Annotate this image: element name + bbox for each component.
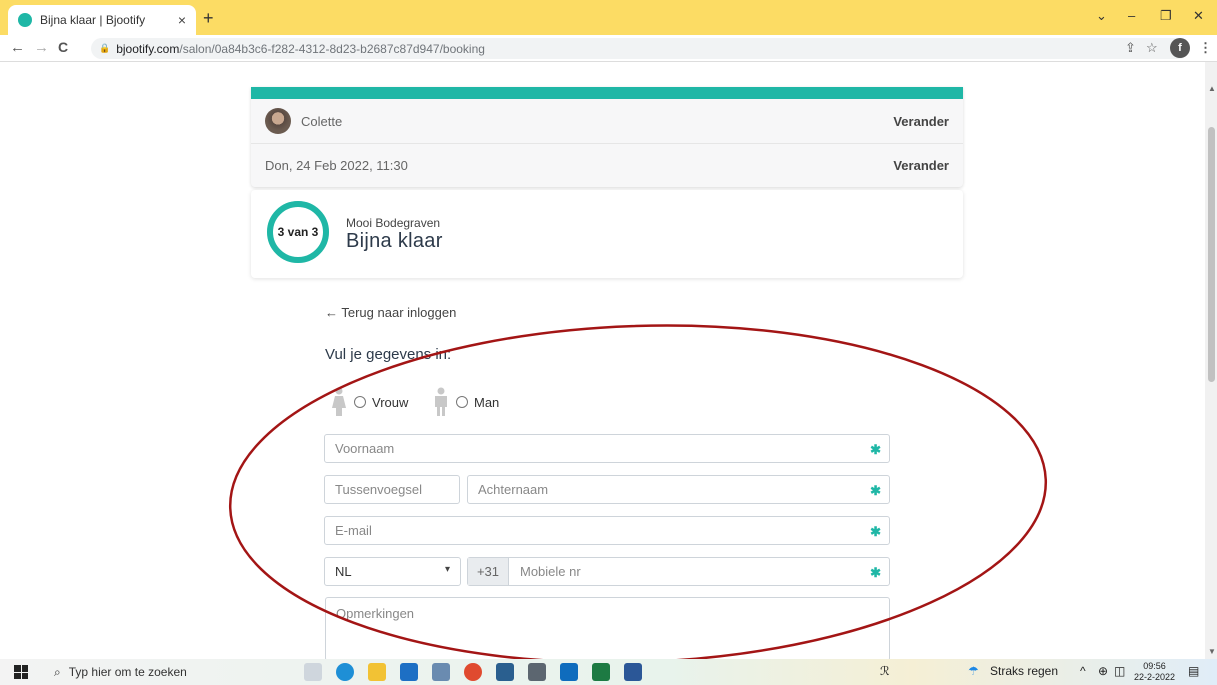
- infix-field[interactable]: Tussenvoegsel: [324, 475, 460, 504]
- notification-icon[interactable]: ▤: [1188, 664, 1199, 678]
- required-icon: ✱: [870, 442, 881, 457]
- task-view-icon[interactable]: [304, 663, 322, 681]
- word-icon[interactable]: [624, 663, 642, 681]
- female-label: Vrouw: [372, 394, 409, 410]
- tab-close-icon[interactable]: ×: [178, 12, 186, 28]
- required-icon: ✱: [870, 565, 881, 580]
- stylist-row: Colette Verander: [251, 99, 963, 143]
- taskbar-search-placeholder: Typ hier om te zoeken: [68, 665, 187, 679]
- new-tab-button[interactable]: +: [203, 8, 214, 29]
- back-arrow-icon[interactable]: ←: [10, 39, 25, 56]
- female-person-icon: [332, 387, 346, 416]
- tab-search-icon[interactable]: ⌄: [1096, 8, 1107, 24]
- accent-bar: [251, 87, 963, 99]
- form-title: Vul je gegevens in:: [325, 346, 452, 363]
- change-stylist-link[interactable]: Verander: [893, 114, 949, 129]
- weather-text[interactable]: Straks regen: [990, 664, 1058, 678]
- url-host: bjootify.com: [116, 41, 180, 56]
- reload-icon[interactable]: C: [58, 39, 68, 55]
- clock-time: 09:56: [1143, 661, 1166, 671]
- file-explorer-icon[interactable]: [368, 663, 386, 681]
- clock-date: 22-2-2022: [1134, 672, 1176, 682]
- required-icon: ✱: [870, 483, 881, 498]
- email-placeholder: E-mail: [335, 523, 372, 538]
- chevron-up-icon[interactable]: ^: [1080, 664, 1086, 678]
- gender-option-male[interactable]: Man: [432, 387, 499, 417]
- male-person-icon: [435, 387, 447, 416]
- people-icon[interactable]: ℛ: [880, 664, 890, 678]
- browser-toolbar: ← → C 🔒 bjootify.com /salon/0a84b3c6-f28…: [0, 35, 1217, 62]
- restore-icon[interactable]: ❐: [1160, 8, 1172, 24]
- country-select[interactable]: NL ▾: [324, 557, 461, 586]
- step-label: 3 van 3: [277, 225, 319, 239]
- photos-icon[interactable]: [496, 663, 514, 681]
- lock-icon: 🔒: [99, 43, 111, 53]
- close-window-icon[interactable]: ✕: [1193, 8, 1204, 24]
- remarks-placeholder: Opmerkingen: [336, 606, 415, 621]
- search-icon: ⌕: [54, 664, 61, 679]
- excel-icon[interactable]: [592, 663, 610, 681]
- edge-icon[interactable]: [336, 663, 354, 681]
- appointment-datetime: Don, 24 Feb 2022, 11:30: [265, 158, 408, 173]
- minimize-icon[interactable]: –: [1128, 8, 1135, 23]
- menu-kebab-icon[interactable]: ⋮: [1199, 40, 1212, 56]
- mail-icon[interactable]: [400, 663, 418, 681]
- share-icon[interactable]: ⇪: [1125, 40, 1136, 56]
- back-to-login-link[interactable]: ← Terug naar inloggen: [325, 305, 456, 320]
- browser-tab[interactable]: Bijna klaar | Bjootify ×: [8, 5, 196, 35]
- url-path: /salon/0a84b3c6-f282-4312-8d23-b2687c87d…: [179, 41, 485, 56]
- scroll-up-icon[interactable]: ▲: [1208, 84, 1216, 93]
- profile-avatar[interactable]: f: [1170, 38, 1190, 58]
- chrome-icon[interactable]: [464, 663, 482, 681]
- booking-summary-card: Colette Verander Don, 24 Feb 2022, 11:30…: [251, 87, 963, 187]
- email-field[interactable]: E-mail ✱: [324, 516, 890, 545]
- stylist-avatar: [265, 108, 291, 134]
- male-radio[interactable]: [456, 396, 468, 408]
- taskbar-search[interactable]: ⌕ Typ hier om te zoeken: [44, 661, 294, 683]
- step-card: 3 van 3 Mooi Bodegraven Bijna klaar: [251, 190, 963, 278]
- speaker-icon[interactable]: ◫: [1114, 664, 1125, 678]
- phone-field[interactable]: +31 Mobiele nr ✱: [467, 557, 890, 586]
- umbrella-icon: ☂: [968, 664, 979, 678]
- windows-start-icon[interactable]: [14, 665, 28, 679]
- first-name-placeholder: Voornaam: [335, 441, 395, 456]
- page-scrollbar[interactable]: ▲ ▼: [1205, 62, 1217, 659]
- scroll-down-icon[interactable]: ▼: [1208, 647, 1216, 656]
- first-name-field[interactable]: Voornaam ✱: [324, 434, 890, 463]
- tab-title: Bijna klaar | Bjootify: [40, 13, 146, 27]
- last-name-placeholder: Achternaam: [478, 482, 549, 497]
- outlook-icon[interactable]: [560, 663, 578, 681]
- gender-option-female[interactable]: Vrouw: [330, 387, 408, 417]
- scrollbar-thumb[interactable]: [1208, 127, 1215, 382]
- step-title: Bijna klaar: [346, 230, 443, 252]
- datetime-row: Don, 24 Feb 2022, 11:30 Verander: [251, 143, 963, 187]
- network-icon[interactable]: ⊕: [1098, 664, 1108, 678]
- required-icon: ✱: [870, 524, 881, 539]
- remarks-textarea[interactable]: Opmerkingen: [325, 597, 890, 659]
- app-icon[interactable]: [432, 663, 450, 681]
- calculator-icon[interactable]: [528, 663, 546, 681]
- salon-name: Mooi Bodegraven: [346, 216, 441, 230]
- chevron-down-icon: ▾: [444, 564, 450, 575]
- last-name-field[interactable]: Achternaam ✱: [467, 475, 890, 504]
- address-bar[interactable]: 🔒 bjootify.com /salon/0a84b3c6-f282-4312…: [91, 38, 1189, 59]
- country-value: NL: [335, 564, 352, 579]
- phone-placeholder: Mobiele nr: [520, 564, 581, 579]
- bjootify-favicon-icon: [18, 13, 32, 27]
- change-datetime-link[interactable]: Verander: [893, 158, 949, 173]
- phone-prefix: +31: [468, 558, 509, 585]
- male-label: Man: [474, 394, 500, 410]
- forward-arrow-icon[interactable]: →: [34, 39, 49, 56]
- page-viewport: Colette Verander Don, 24 Feb 2022, 11:30…: [0, 62, 1205, 659]
- stylist-name: Colette: [301, 113, 343, 129]
- bookmark-star-icon[interactable]: ☆: [1146, 40, 1158, 56]
- infix-placeholder: Tussenvoegsel: [335, 482, 422, 497]
- female-radio[interactable]: [354, 396, 366, 408]
- taskbar-clock[interactable]: 09:56 22-2-2022: [1134, 661, 1175, 683]
- windows-taskbar: ⌕ Typ hier om te zoeken ℛ ☂ Straks regen…: [0, 659, 1217, 685]
- browser-tabstrip: Bijna klaar | Bjootify × + ⌄ – ❐ ✕: [0, 0, 1217, 35]
